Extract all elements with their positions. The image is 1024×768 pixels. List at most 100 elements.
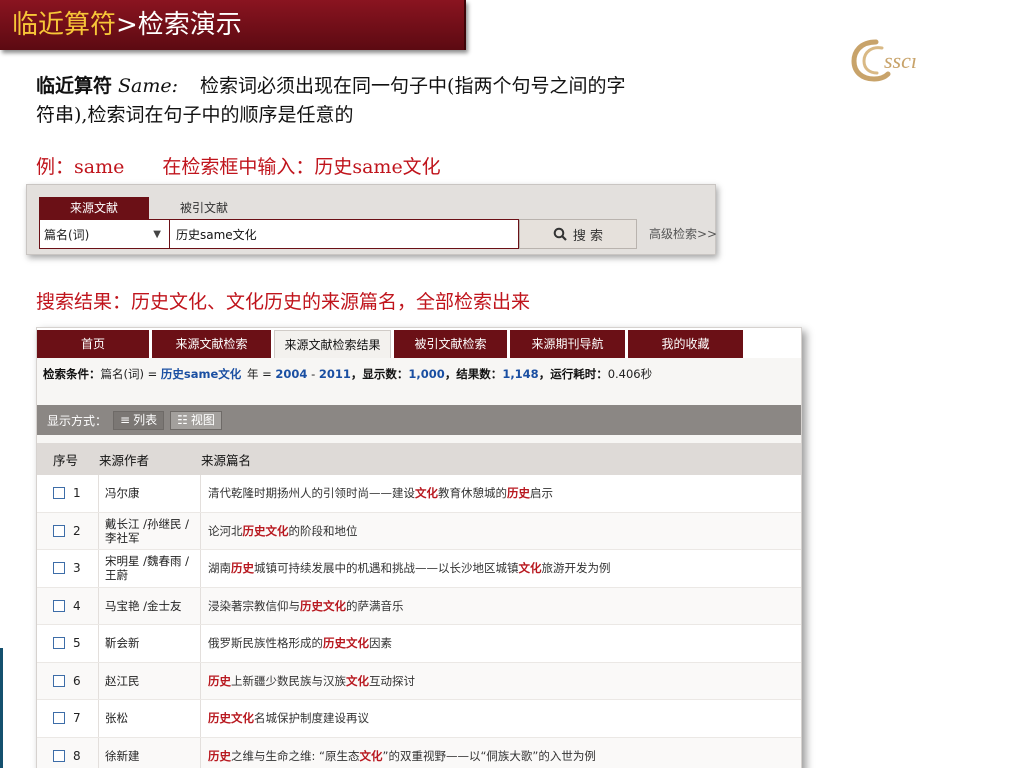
- row-number-cell: 2: [37, 512, 99, 549]
- column-title: 来源篇名: [201, 452, 252, 468]
- title-keyword-highlight: 历史: [208, 673, 231, 688]
- row-number-cell: 6: [37, 662, 99, 699]
- search-widget: 来源文献 被引文献 篇名(词) ▼ 历史same文化 搜 索 高级检索>>: [26, 184, 717, 255]
- results-table-header: 序号 来源作者 来源篇名: [37, 443, 801, 475]
- title-keyword-highlight: 历史文化: [208, 711, 254, 726]
- table-row: 7 张松 历史文化名城保护制度建设再议: [37, 700, 801, 738]
- row-author[interactable]: 张松: [99, 700, 201, 737]
- search-icon: [553, 227, 567, 241]
- table-row: 4 马宝艳 /金士友 浸染著宗教信仰与历史文化的萨满音乐: [37, 587, 801, 625]
- title-text-segment: 启示: [530, 486, 553, 501]
- row-title-link[interactable]: 俄罗斯民族性格形成的历史文化因素: [201, 635, 801, 651]
- title-keyword-highlight: 文化: [346, 673, 369, 688]
- row-author[interactable]: 徐新建: [99, 737, 201, 768]
- operator-keyword: 临近算符: [36, 75, 113, 97]
- title-text-segment: 浸染著宗教信仰与: [208, 598, 300, 613]
- list-icon: ≡: [120, 412, 131, 427]
- row-title-link[interactable]: 浸染著宗教信仰与历史文化的萨满音乐: [201, 598, 801, 614]
- row-checkbox[interactable]: [53, 524, 65, 537]
- row-author[interactable]: 冯尔康: [99, 475, 201, 512]
- row-number: 7: [73, 711, 81, 726]
- title-text-segment: 城镇可持续发展中的机遇和挑战——以长沙地区城镇: [254, 561, 519, 576]
- row-author[interactable]: 戴长江 /孙继民 /李社军: [99, 512, 201, 549]
- row-author[interactable]: 宋明星 /魏春雨 /王蔚: [99, 550, 201, 587]
- operator-name: Same:: [118, 75, 179, 97]
- view-list-button[interactable]: ≡ 列表: [113, 410, 165, 430]
- page-title-banner: 临近算符 >检索演示: [0, 0, 466, 50]
- results-table-body: 1 冯尔康 清代乾隆时期扬州人的引领时尚——建设文化教育休憩城的历史启示 2 戴长江 /…: [37, 475, 801, 768]
- row-checkbox[interactable]: [53, 712, 65, 725]
- grid-list-icon: ☷: [177, 412, 188, 427]
- row-number-cell: 8: [37, 737, 99, 768]
- title-text-segment: 因素: [369, 636, 392, 651]
- row-number: 5: [73, 636, 81, 651]
- page-title-rest: >检索演示: [116, 10, 242, 40]
- search-condition: 检索条件：篇名(词) = 历史same文化 年 = 2004 - 2011，显示…: [43, 366, 652, 382]
- results-panel: 首页 来源文献检索 来源文献检索结果 被引文献检索 来源期刊导航 我的收藏 检索…: [36, 327, 802, 768]
- field-select[interactable]: 篇名(词) ▼: [39, 219, 169, 249]
- table-row: 5 靳会新 俄罗斯民族性格形成的历史文化因素: [37, 625, 801, 663]
- operator-desc-line1: 检索词必须出现在同一句子中(指两个句号之间的字: [200, 75, 626, 97]
- row-title-link[interactable]: 历史之维与生命之维: “原生态文化”的双重视野——以“侗族大歌”的入世为例: [201, 748, 801, 764]
- example-line: 例：same 在检索框中输入：历史same文化: [36, 152, 441, 179]
- operator-desc-line2: 符串),检索词在句子中的顺序是任意的: [36, 104, 354, 126]
- chevron-down-icon: ▼: [153, 228, 161, 240]
- nav-tab-source-search[interactable]: 来源文献检索: [152, 330, 271, 358]
- search-button[interactable]: 搜 索: [519, 219, 637, 249]
- condition-label: 检索条件：: [43, 367, 101, 381]
- title-keyword-highlight: 历史: [231, 561, 254, 576]
- tab-source-docs[interactable]: 来源文献: [39, 197, 149, 219]
- cssci-logo-text: sscı: [884, 48, 917, 73]
- row-title-link[interactable]: 湖南历史城镇可持续发展中的机遇和挑战——以长沙地区城镇文化旅游开发为例: [201, 560, 801, 576]
- table-row: 2 戴长江 /孙继民 /李社军 论河北历史文化的阶段和地位: [37, 512, 801, 550]
- title-text-segment: 互动探讨: [369, 673, 415, 688]
- title-keyword-highlight: 文化: [415, 486, 438, 501]
- view-list-label: 列表: [133, 412, 158, 427]
- search-tabs: 来源文献 被引文献: [39, 197, 259, 219]
- row-number-cell: 4: [37, 587, 99, 624]
- row-title-link[interactable]: 清代乾隆时期扬州人的引领时尚——建设文化教育休憩城的历史启示: [201, 485, 801, 501]
- row-author[interactable]: 赵江民: [99, 662, 201, 699]
- search-button-label: 搜 索: [572, 228, 604, 244]
- row-author[interactable]: 靳会新: [99, 625, 201, 662]
- nav-tab-source-results[interactable]: 来源文献检索结果: [274, 330, 391, 358]
- title-keyword-highlight: 历史文化: [242, 523, 289, 538]
- condition-year-sep: -: [307, 367, 319, 381]
- column-author: 来源作者: [99, 452, 150, 468]
- row-checkbox[interactable]: [53, 674, 65, 687]
- nav-tab-favorites[interactable]: 我的收藏: [628, 330, 743, 358]
- row-checkbox[interactable]: [53, 487, 65, 500]
- row-title-link[interactable]: 历史文化名城保护制度建设再议: [201, 710, 801, 726]
- nav-tab-journal-nav[interactable]: 来源期刊导航: [510, 330, 625, 358]
- search-row: 篇名(词) ▼ 历史same文化 搜 索 高级检索>>: [39, 219, 729, 249]
- example-label: 例：same: [36, 156, 125, 178]
- row-title-link[interactable]: 历史上新疆少数民族与汉族文化互动探讨: [201, 673, 801, 689]
- row-checkbox[interactable]: [53, 637, 65, 650]
- field-select-value: 篇名(词): [44, 227, 90, 242]
- row-author[interactable]: 马宝艳 /金士友: [99, 587, 201, 624]
- row-checkbox[interactable]: [53, 599, 65, 612]
- title-text-segment: 教育休憩城的: [438, 486, 507, 501]
- table-row: 6 赵江民 历史上新疆少数民族与汉族文化互动探讨: [37, 662, 801, 700]
- tab-cited-docs[interactable]: 被引文献: [149, 197, 259, 219]
- operator-description: 临近算符 Same: 检索词必须出现在同一句子中(指两个句号之间的字 符串),检索词…: [36, 72, 836, 130]
- title-text-segment: 湖南: [208, 561, 231, 576]
- row-checkbox[interactable]: [53, 562, 65, 575]
- nav-tab-home[interactable]: 首页: [37, 330, 149, 358]
- title-text-segment: 清代乾隆时期扬州人的引领时尚——建设: [208, 486, 415, 501]
- title-keyword-highlight: 历史: [208, 748, 231, 763]
- row-number-cell: 5: [37, 625, 99, 662]
- title-text-segment: 旅游开发为例: [541, 561, 611, 576]
- row-checkbox[interactable]: [53, 749, 65, 762]
- left-edge-accent: [0, 648, 3, 768]
- row-number: 2: [73, 523, 81, 538]
- search-input[interactable]: 历史same文化: [169, 219, 519, 249]
- row-number: 6: [73, 673, 81, 688]
- view-mode-label: 显示方式：: [47, 413, 108, 428]
- nav-tab-cited-search[interactable]: 被引文献检索: [394, 330, 507, 358]
- condition-year-from: 2004: [275, 367, 308, 381]
- view-grid-button[interactable]: ☷ 视图: [170, 410, 222, 430]
- advanced-search-link[interactable]: 高级检索>>: [649, 219, 717, 249]
- page-title-accent: 临近算符: [12, 10, 117, 40]
- row-title-link[interactable]: 论河北历史文化的阶段和地位: [201, 523, 801, 539]
